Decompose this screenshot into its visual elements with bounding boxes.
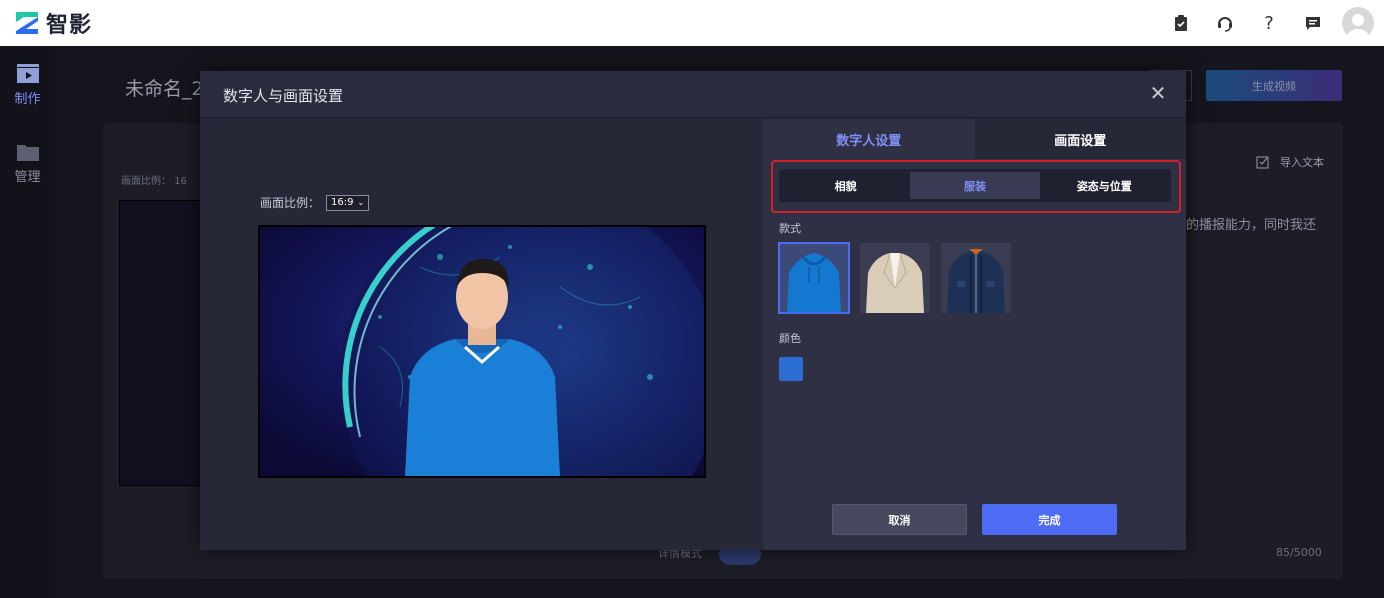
aspect-ratio-value: 16:9 (331, 197, 354, 208)
settings-panel: 数字人设置 画面设置 相貌 服装 姿态与位置 款式 颜色 取消 完成 (763, 119, 1186, 550)
message-icon[interactable] (1298, 8, 1328, 38)
bg-canvas-preview (119, 200, 209, 486)
app-name: 智影 (46, 13, 93, 38)
preview-scene (260, 227, 704, 476)
aspect-ratio-select[interactable]: 16:9 ⌄ (326, 194, 370, 211)
aspect-ratio-row: 画面比例： 16:9 ⌄ (260, 194, 370, 211)
modal-title: 数字人与画面设置 (223, 87, 344, 105)
import-icon (1256, 156, 1269, 169)
color-label: 颜色 (779, 332, 801, 345)
subtab-bar: 相貌 服装 姿态与位置 (779, 169, 1171, 202)
film-icon (16, 64, 39, 83)
bg-ratio-label: 画面比例： 16 (121, 172, 187, 187)
close-icon[interactable]: ✕ (1148, 83, 1168, 103)
style-label: 款式 (779, 222, 801, 235)
help-glyph: ? (1264, 12, 1274, 34)
style-option-blue-hoodie[interactable] (778, 242, 850, 314)
clipboard-icon[interactable] (1166, 8, 1196, 38)
rail-item-label: 管理 (14, 170, 41, 185)
style-option-navy-jacket[interactable] (941, 243, 1011, 313)
top-bar: 智影 ? (0, 0, 1384, 46)
style-list (778, 242, 1022, 314)
blazer-thumbnail (860, 243, 930, 313)
project-title[interactable]: 未命名_2 (125, 74, 204, 101)
bg-ratio-text: 画面比例： (121, 176, 171, 187)
avatar[interactable] (1342, 7, 1374, 39)
subtab-pose-position[interactable]: 姿态与位置 (1040, 172, 1169, 199)
confirm-button[interactable]: 完成 (982, 504, 1117, 535)
cancel-button[interactable]: 取消 (832, 504, 967, 535)
settings-modal: 数字人与画面设置 ✕ 画面比例： 16:9 ⌄ 数字人设置 画面设置 相貌 服装… (200, 71, 1186, 550)
subtab-appearance[interactable]: 相貌 (781, 172, 910, 199)
import-text-label: 导入文本 (1280, 156, 1324, 169)
char-count: 85/5000 (1276, 546, 1322, 559)
bg-ratio-value: 16 (174, 176, 187, 187)
tab-avatar-settings[interactable]: 数字人设置 (763, 119, 975, 159)
modal-header: 数字人与画面设置 ✕ (200, 71, 1186, 118)
rail-item-create[interactable]: 制作 (0, 64, 55, 107)
hoodie-thumbnail (779, 243, 849, 313)
rail-item-label: 制作 (14, 92, 41, 107)
jacket-thumbnail (941, 243, 1011, 313)
rail-item-manage[interactable]: 管理 (0, 142, 55, 185)
avatar-preview (258, 225, 706, 478)
import-text-button[interactable]: 导入文本 (1256, 154, 1324, 170)
logo-icon (14, 10, 40, 36)
help-icon[interactable]: ? (1254, 8, 1284, 38)
aspect-ratio-label: 画面比例： (260, 196, 321, 210)
folder-icon (16, 145, 39, 161)
script-excerpt: 的播报能力，同时我还 (1186, 218, 1317, 233)
app-logo[interactable]: 智影 (14, 7, 92, 39)
color-swatch-blue[interactable] (779, 357, 803, 381)
style-option-beige-blazer[interactable] (860, 243, 930, 313)
subtab-clothing[interactable]: 服装 (910, 172, 1040, 199)
left-rail: 制作 管理 (0, 46, 55, 598)
generate-video-button[interactable]: 生成视频 (1206, 70, 1342, 101)
settings-tabs: 数字人设置 画面设置 (763, 119, 1186, 159)
tab-scene-settings[interactable]: 画面设置 (974, 119, 1186, 159)
chevron-down-icon: ⌄ (357, 198, 365, 207)
headset-icon[interactable] (1210, 8, 1240, 38)
